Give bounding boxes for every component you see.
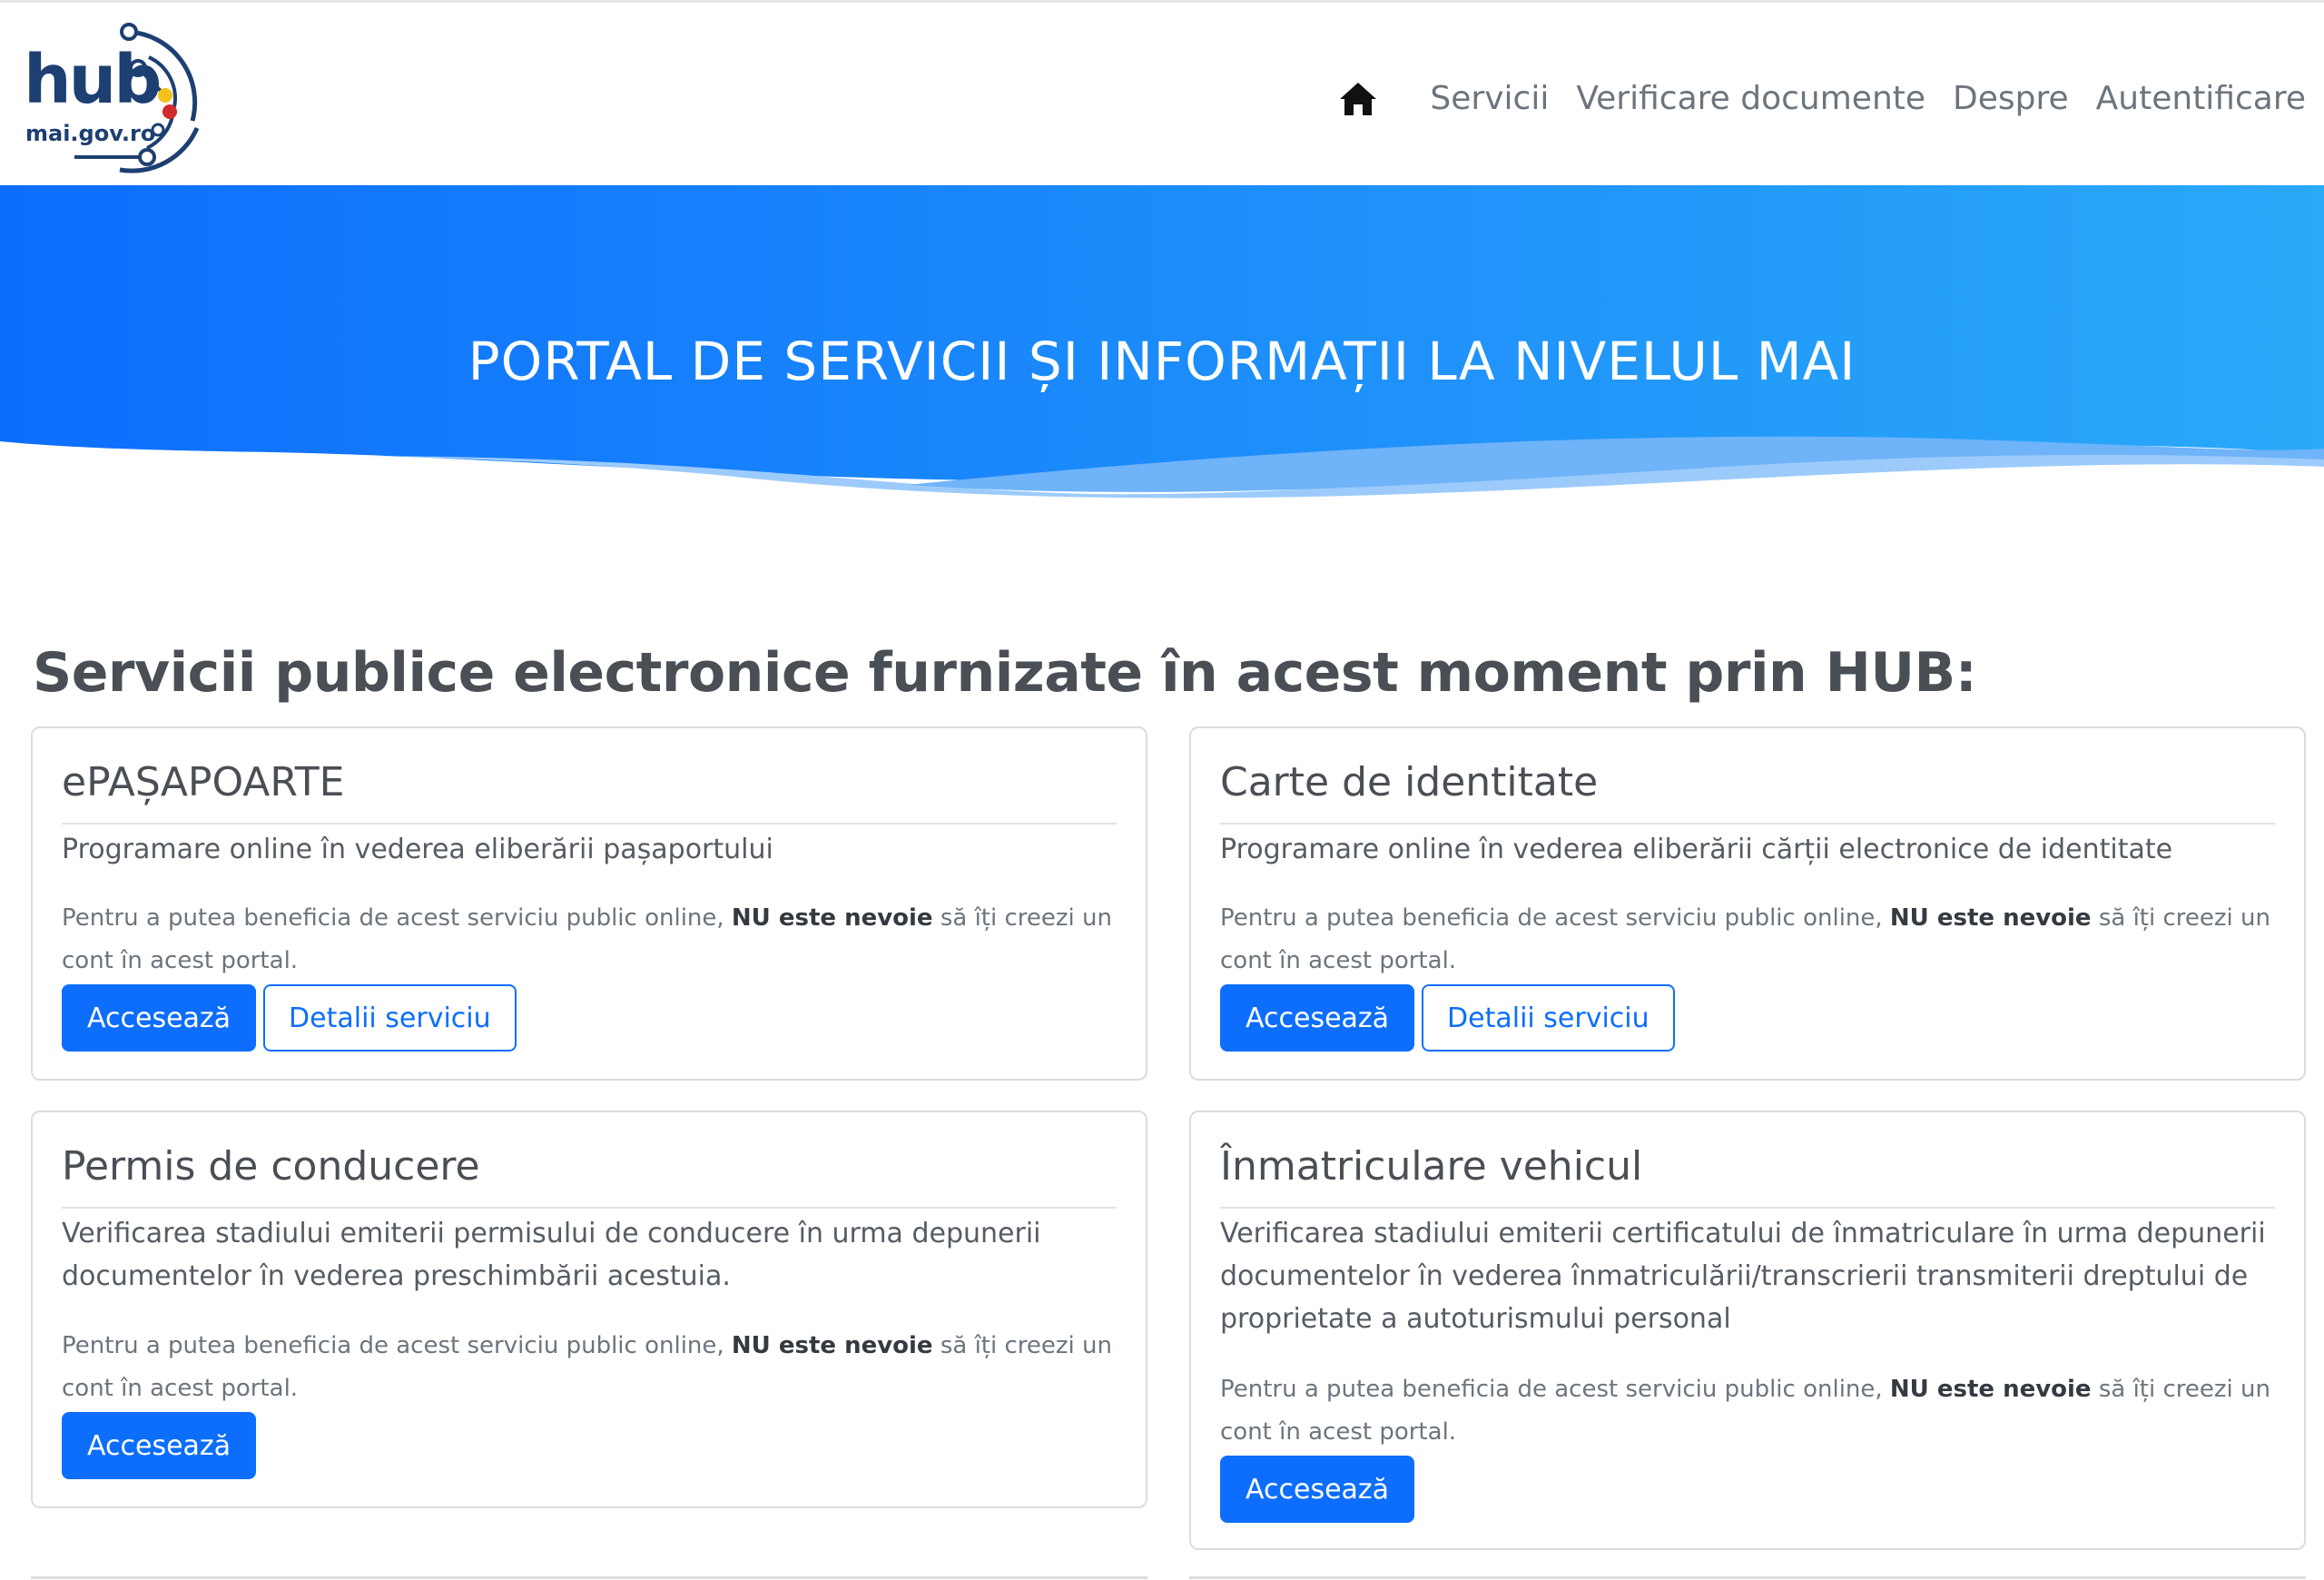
card-title: ePAȘAPOARTE <box>62 759 1117 825</box>
hub-logo[interactable]: hub mai.gov.ro <box>20 21 205 175</box>
card-note: Pentru a putea beneficia de acest servic… <box>1220 904 2270 974</box>
card-description: Programare online în vederea eliberării … <box>62 834 773 865</box>
card-description: Verificarea stadiului emiterii permisulu… <box>62 1218 1041 1292</box>
nav-link-autentificare[interactable]: Autentificare <box>2096 74 2306 124</box>
details-button[interactable]: Detalii serviciu <box>263 984 517 1052</box>
hero-title: PORTAL DE SERVICII ȘI INFORMAȚII LA NIVE… <box>468 331 1856 392</box>
navbar: hub mai.gov.ro Servicii Verificare docum… <box>0 0 2324 185</box>
card-note: Pentru a putea beneficia de acest servic… <box>62 1332 1112 1402</box>
access-button[interactable]: Accesează <box>1220 984 1415 1052</box>
hero-banner: PORTAL DE SERVICII ȘI INFORMAȚII LA NIVE… <box>0 185 2324 548</box>
access-button[interactable]: Accesează <box>1220 1456 1415 1523</box>
logo-wordmark: hub <box>24 41 162 119</box>
card-description: Verificarea stadiului emiterii certifica… <box>1220 1218 2266 1335</box>
nav-link-despre[interactable]: Despre <box>1953 74 2069 124</box>
card-note: Pentru a putea beneficia de acest servic… <box>1220 1376 2270 1446</box>
card-title: Carte de identitate <box>1220 759 2275 825</box>
service-card-inmatriculare-vehicul: Înmatriculare vehicul Verificarea stadiu… <box>1189 1111 2306 1550</box>
details-button[interactable]: Detalii serviciu <box>1422 984 1675 1052</box>
next-row-card-edge <box>31 1576 1147 1579</box>
card-actions: Accesează <box>62 1412 257 1479</box>
next-row-card-edge <box>1189 1576 2306 1579</box>
card-actions: Accesează Detalii serviciu <box>1220 984 1675 1052</box>
note-emphasis: NU este nevoie <box>1889 904 2092 932</box>
card-title: Permis de conducere <box>62 1143 1117 1209</box>
note-emphasis: NU este nevoie <box>731 904 933 932</box>
note-emphasis: NU este nevoie <box>731 1332 933 1359</box>
services-heading: Servicii publice electronice furnizate î… <box>33 641 1977 705</box>
card-description: Programare online în vederea eliberării … <box>1220 834 2173 865</box>
service-card-permis-conducere: Permis de conducere Verificarea stadiulu… <box>31 1111 1147 1508</box>
main-nav: Servicii Verificare documente Despre Aut… <box>1337 74 2306 124</box>
logo-domain: mai.gov.ro <box>25 121 156 146</box>
home-icon[interactable] <box>1337 78 1379 120</box>
card-note: Pentru a putea beneficia de acest servic… <box>62 904 1112 974</box>
access-button[interactable]: Accesează <box>62 984 257 1052</box>
card-actions: Accesează Detalii serviciu <box>62 984 517 1052</box>
note-emphasis: NU este nevoie <box>1889 1376 2092 1403</box>
page: hub mai.gov.ro Servicii Verificare docum… <box>0 0 2324 1580</box>
card-actions: Accesează <box>1220 1456 1415 1523</box>
service-card-epasapoarte: ePAȘAPOARTE Programare online în vederea… <box>31 726 1147 1081</box>
access-button[interactable]: Accesează <box>62 1412 257 1479</box>
nav-link-verificare-documente[interactable]: Verificare documente <box>1576 74 1925 124</box>
service-card-carte-identitate: Carte de identitate Programare online în… <box>1189 726 2306 1081</box>
card-title: Înmatriculare vehicul <box>1220 1143 2275 1209</box>
nav-link-servicii[interactable]: Servicii <box>1430 74 1549 124</box>
